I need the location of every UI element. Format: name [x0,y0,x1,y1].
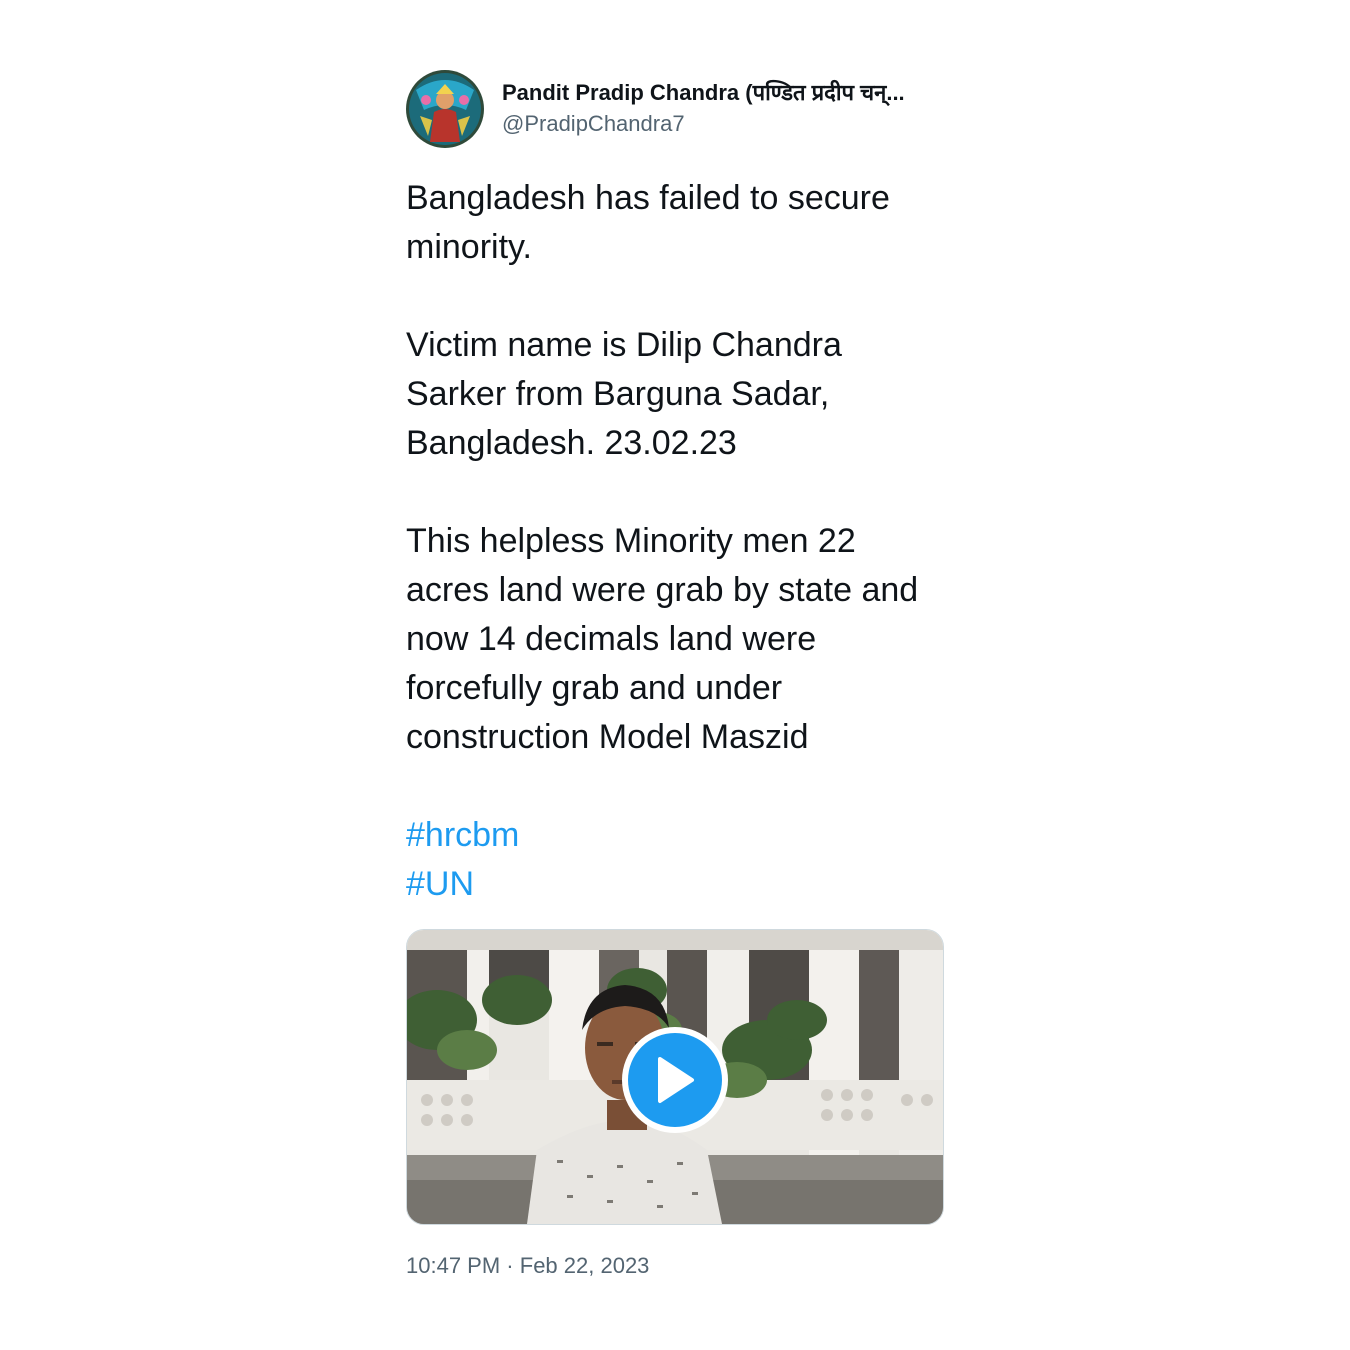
hashtag-link[interactable]: #UN [406,860,944,909]
hashtag-link[interactable]: #hrcbm [406,811,944,860]
tweet-paragraph: This helpless Minority men 22 acres land… [406,522,919,756]
play-icon [628,1033,722,1127]
author-names: Pandit Pradip Chandra (पण्डित प्रदीप चन्… [502,79,905,139]
tweet-paragraph: Bangladesh has failed to secure minority… [406,179,890,266]
tweet-time: 10:47 PM [406,1253,501,1278]
author-display-name[interactable]: Pandit Pradip Chandra (पण्डित प्रदीप चन्… [502,79,905,107]
tweet-text: Bangladesh has failed to secure minority… [406,174,944,909]
tweet-paragraph: Victim name is Dilip Chandra Sarker from… [406,326,842,462]
avatar-image [406,70,484,148]
avatar[interactable] [406,70,484,148]
timestamp-separator: · [506,1253,514,1278]
tweet-date: Feb 22, 2023 [519,1253,650,1278]
hashtag-list: #hrcbm #UN [406,811,944,909]
video-thumbnail[interactable] [406,929,944,1225]
tweet-card: Pandit Pradip Chandra (पण्डित प्रदीप चन्… [406,70,944,1281]
author-handle[interactable]: @PradipChandra7 [502,109,905,139]
tweet-header: Pandit Pradip Chandra (पण्डित प्रदीप चन्… [406,70,944,148]
tweet-timestamp[interactable]: 10:47 PM · Feb 22, 2023 [406,1251,944,1281]
play-button[interactable] [622,1027,728,1133]
